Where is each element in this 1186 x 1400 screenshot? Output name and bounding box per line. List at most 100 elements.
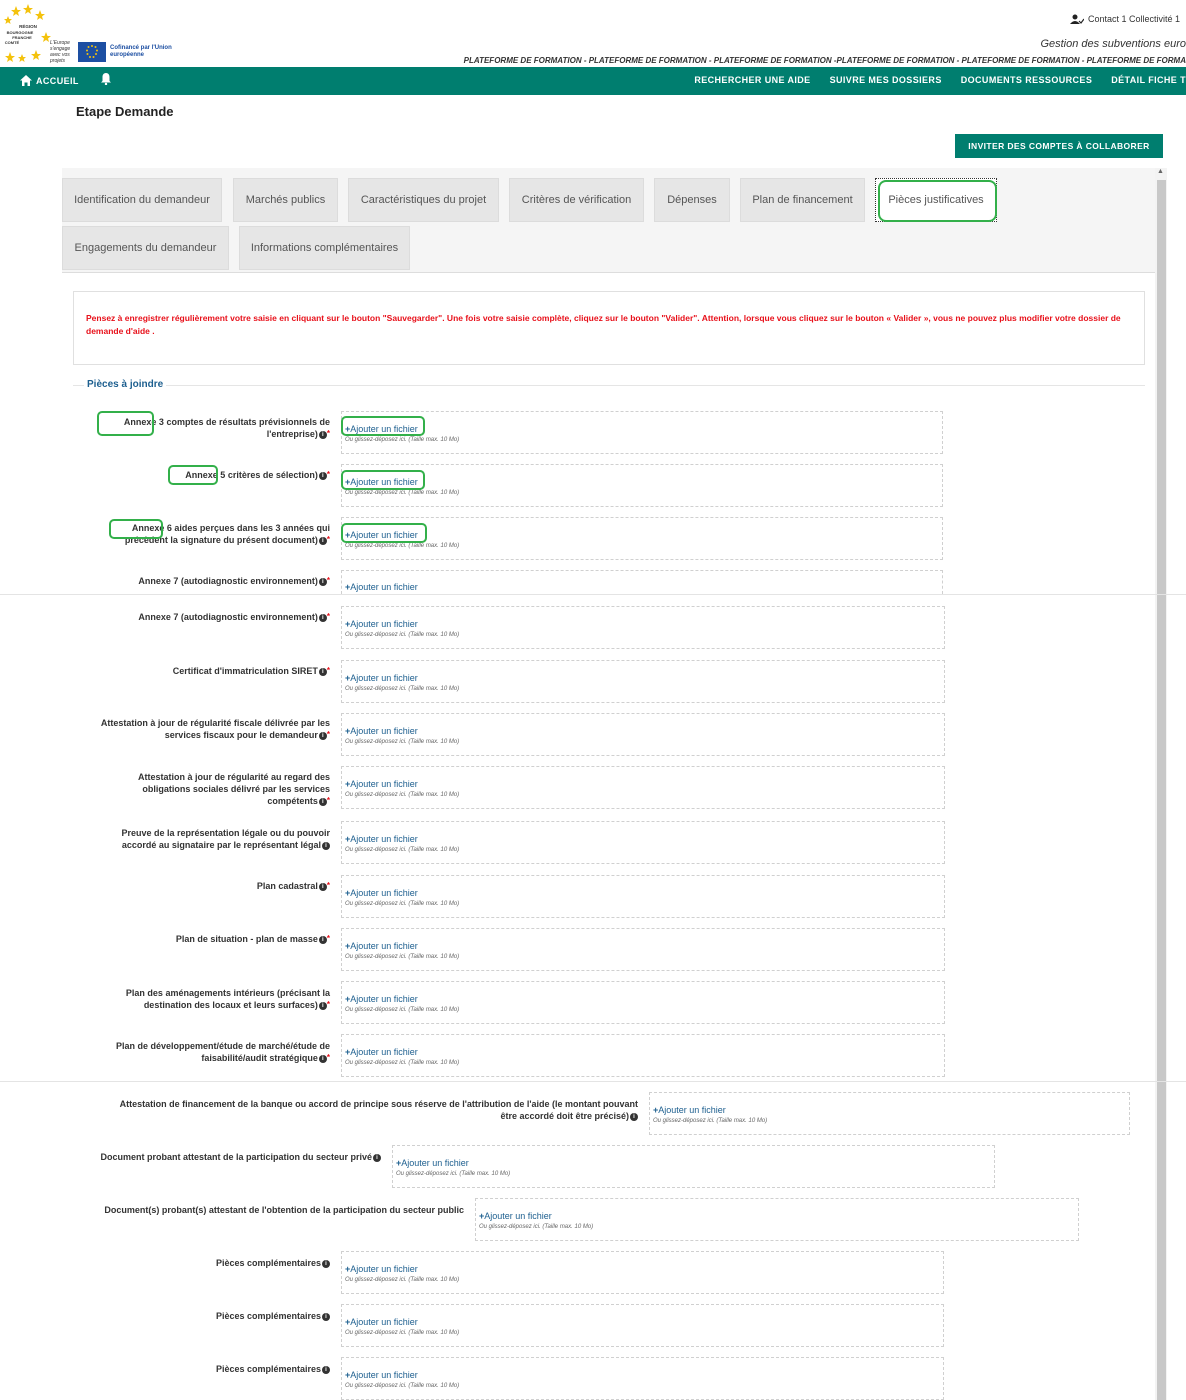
drop-hint: Ou glissez-déposez ici. (Taille max. 10 … [479,1224,594,1230]
info-icon[interactable]: i [318,667,327,676]
dropzone-annexe5[interactable]: +Ajouter un fichier Ou glissez-déposez i… [341,464,943,507]
drop-hint: Ou glissez-déposez ici. (Taille max. 10 … [345,490,460,496]
add-file-link[interactable]: +Ajouter un fichier [345,726,418,736]
tab-informations[interactable]: Informations complémentaires [239,226,410,270]
add-file-link[interactable]: +Ajouter un fichier [653,1105,726,1115]
add-file-link[interactable]: +Ajouter un fichier [345,673,418,683]
scrollbar-thumb[interactable] [1157,180,1166,1400]
info-icon[interactable]: i [318,577,327,586]
info-icon[interactable]: i [318,430,327,439]
dropzone-siret[interactable]: +Ajouter un fichier Ou glissez-déposez i… [341,660,945,703]
dropzone-bank[interactable]: +Ajouter un fichier Ou glissez-déposez i… [649,1092,1130,1135]
dropzone-prive[interactable]: +Ajouter un fichier Ou glissez-déposez i… [392,1145,995,1188]
tab-caracteristiques[interactable]: Caractéristiques du projet [348,178,499,222]
nav-links: RECHERCHER UNE AIDE SUIVRE MES DOSSIERS … [694,75,1186,85]
drop-hint: Ou glissez-déposez ici. (Taille max. 10 … [345,954,460,960]
dropzone-situation[interactable]: +Ajouter un fichier Ou glissez-déposez i… [341,928,945,971]
dropzone-annexe7[interactable]: +Ajouter un fichier Ou glissez-déposez i… [341,606,945,649]
tab-marches-publics[interactable]: Marchés publics [233,178,338,222]
drop-hint: Ou glissez-déposez ici. (Taille max. 10 … [345,632,460,638]
dropzone-annexe3[interactable]: +Ajouter un fichier Ou glissez-déposez i… [341,411,943,454]
info-icon[interactable]: i [373,1153,381,1162]
add-file-link[interactable]: +Ajouter un fichier [345,779,418,789]
doc-label-cadastral: Plan cadastral i * [256,881,330,891]
add-file-link[interactable]: +Ajouter un fichier [345,1264,418,1274]
add-file-link[interactable]: +Ajouter un fichier [345,834,418,844]
info-icon[interactable]: i [318,536,327,545]
add-file-link[interactable]: +Ajouter un fichier [479,1211,552,1221]
page-title: Etape Demande [76,104,174,119]
main-navbar: ACCUEIL RECHERCHER UNE AIDE SUIVRE MES D… [0,67,1186,95]
region-logo[interactable]: RÉGION BOURGOGNE FRANCHE COMTÉ [2,2,54,62]
dropzone-complementaires-1[interactable]: +Ajouter un fichier Ou glissez-déposez i… [341,1251,944,1294]
add-file-link[interactable]: +Ajouter un fichier [345,619,418,629]
dropzone-annexe7-partial[interactable]: +Ajouter un fichier [341,570,943,594]
drop-hint: Ou glissez-déposez ici. (Taille max. 10 … [345,1060,460,1066]
add-file-link[interactable]: +Ajouter un fichier [345,994,418,1004]
tab-criteres[interactable]: Critères de vérification [509,178,644,222]
eu-small-text: L'Europe s'engage avec vos projets [50,40,71,64]
annexe-highlight-marker [109,519,163,539]
screenshot-seam [0,594,1186,595]
invite-collaborators-button[interactable]: INVITER DES COMPTES À COLLABORER [955,134,1163,158]
annexe-highlight-marker [168,465,218,485]
dropzone-complementaires-3[interactable]: +Ajouter un fichier Ou glissez-déposez i… [341,1357,944,1400]
nav-link-rechercher[interactable]: RECHERCHER UNE AIDE [694,75,810,85]
scroll-up-icon[interactable]: ▲ [1157,168,1164,175]
nav-link-documents[interactable]: DOCUMENTS RESSOURCES [961,75,1093,85]
dropzone-cadastral[interactable]: +Ajouter un fichier Ou glissez-déposez i… [341,875,945,918]
nav-link-suivre[interactable]: SUIVRE MES DOSSIERS [830,75,942,85]
dropzone-amenagements[interactable]: +Ajouter un fichier Ou glissez-déposez i… [341,981,945,1024]
tab-engagements[interactable]: Engagements du demandeur [62,226,229,270]
info-icon[interactable]: i [318,1001,327,1010]
info-icon[interactable]: i [322,1365,330,1374]
required-marker: * [326,796,330,805]
info-icon[interactable]: i [318,935,327,944]
dropzone-social[interactable]: +Ajouter un fichier Ou glissez-déposez i… [341,766,945,809]
info-icon[interactable]: i [318,471,327,480]
doc-label-prive: Document probant attestant de la partici… [80,1151,381,1163]
add-file-highlight-marker [341,470,425,490]
add-file-link[interactable]: +Ajouter un fichier [345,1317,418,1327]
notifications-button[interactable] [101,73,111,87]
add-file-link[interactable]: +Ajouter un fichier [396,1158,469,1168]
drop-hint: Ou glissez-déposez ici. (Taille max. 10 … [345,1007,460,1013]
drop-hint: Ou glissez-déposez ici. (Taille max. 10 … [653,1118,768,1124]
add-file-link[interactable]: +Ajouter un fichier [345,582,418,592]
warning-box: Pensez à enregistrer régulièrement votre… [73,291,1145,365]
dropzone-public[interactable]: +Ajouter un fichier Ou glissez-déposez i… [475,1198,1079,1241]
doc-label-complementaires: Pièces complémentaires i [80,1363,330,1375]
dropzone-complementaires-2[interactable]: +Ajouter un fichier Ou glissez-déposez i… [341,1304,944,1347]
info-icon[interactable]: i [318,882,327,891]
info-icon[interactable]: i [630,1112,638,1121]
eu-cofinance-text: Cofinancé par l'Union européenne [110,45,172,58]
required-marker: * [326,470,330,479]
header: RÉGION BOURGOGNE FRANCHE COMTÉ L'Europe … [0,0,1186,67]
tab-depenses[interactable]: Dépenses [654,178,730,222]
info-icon[interactable]: i [322,1312,330,1321]
doc-label-complementaires: Pièces complémentaires i [80,1310,330,1322]
doc-label-complementaires: Pièces complémentaires i [80,1257,330,1269]
dropzone-annexe6[interactable]: +Ajouter un fichier Ou glissez-déposez i… [341,517,943,560]
nav-link-detail-fiche[interactable]: DÉTAIL FICHE T [1111,75,1186,85]
user-menu[interactable]: Contact 1 Collectivité 1 [1069,14,1180,24]
add-file-link[interactable]: +Ajouter un fichier [345,1047,418,1057]
info-icon[interactable]: i [322,841,330,850]
doc-label-situation: Plan de situation - plan de masse i * [175,934,330,944]
tab-identification[interactable]: Identification du demandeur [62,178,222,222]
tab-highlight-marker [878,180,997,222]
add-file-link[interactable]: +Ajouter un fichier [345,1370,418,1380]
tab-plan-financement[interactable]: Plan de financement [740,178,865,222]
info-icon[interactable]: i [318,797,327,806]
dropzone-legal[interactable]: +Ajouter un fichier Ou glissez-déposez i… [341,821,945,864]
dropzone-fiscal[interactable]: +Ajouter un fichier Ou glissez-déposez i… [341,713,945,756]
info-icon[interactable]: i [318,731,327,740]
dropzone-developpement[interactable]: +Ajouter un fichier Ou glissez-déposez i… [341,1034,945,1077]
annexe-highlight-marker [97,411,154,436]
nav-home[interactable]: ACCUEIL [20,75,79,86]
info-icon[interactable]: i [322,1259,330,1268]
add-file-link[interactable]: +Ajouter un fichier [345,888,418,898]
info-icon[interactable]: i [318,1054,327,1063]
info-icon[interactable]: i [318,613,327,622]
add-file-link[interactable]: +Ajouter un fichier [345,941,418,951]
